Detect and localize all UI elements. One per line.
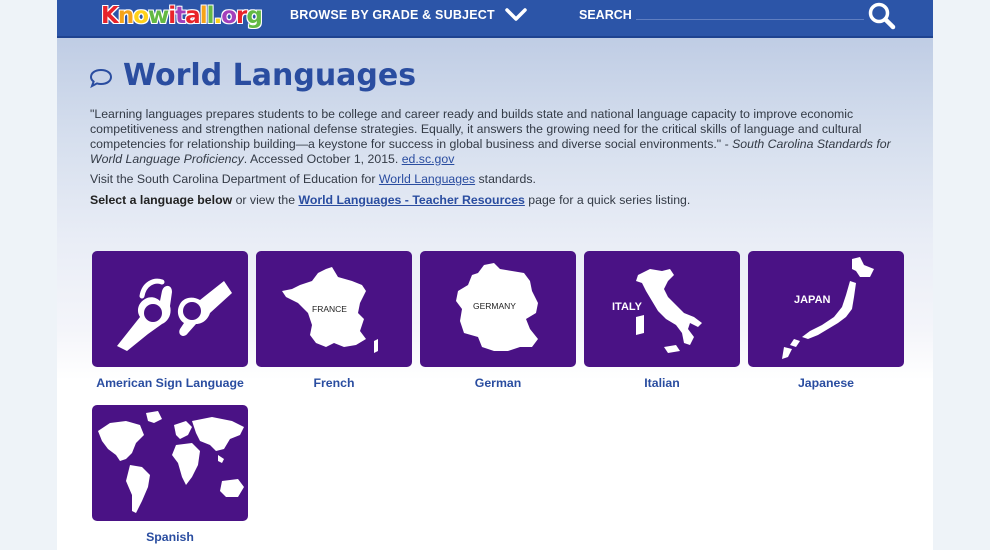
- chevron-down-icon: [505, 8, 527, 21]
- browse-menu-button[interactable]: BROWSE BY GRADE & SUBJECT: [290, 0, 527, 30]
- language-name: Japanese: [797, 376, 855, 390]
- language-image: GERMANY: [420, 251, 576, 367]
- italy-map-icon: ITALY: [612, 269, 702, 353]
- search-icon[interactable]: [867, 1, 897, 31]
- teacher-resources-link[interactable]: World Languages - Teacher Resources: [298, 193, 524, 207]
- germany-map-icon: GERMANY: [456, 263, 538, 351]
- intro-text: "Learning languages prepares students to…: [90, 107, 910, 208]
- language-tile-french[interactable]: FRANCE French: [256, 251, 412, 390]
- japan-map-icon: JAPAN: [782, 257, 874, 359]
- logo-letter: g: [246, 3, 263, 29]
- browse-label: BROWSE BY GRADE & SUBJECT: [290, 8, 495, 22]
- site-logo[interactable]: Knowitall.org: [101, 0, 263, 34]
- logo-letter: l: [199, 3, 208, 29]
- language-image: [92, 405, 248, 521]
- visit-suffix: standards.: [475, 172, 536, 186]
- top-navbar: Knowitall.org BROWSE BY GRADE & SUBJECT …: [57, 0, 933, 38]
- language-name: Spanish: [146, 530, 194, 544]
- select-line: Select a language below or view the Worl…: [90, 193, 910, 208]
- intro-quote: "Learning languages prepares students to…: [90, 107, 910, 167]
- map-label: FRANCE: [312, 304, 347, 314]
- france-map-icon: FRANCE: [282, 267, 378, 353]
- page-header: World Languages: [89, 58, 416, 93]
- world-map-icon: [98, 411, 244, 513]
- quote-accessed: . Accessed October 1, 2015.: [243, 152, 402, 166]
- visit-prefix: Visit the South Carolina Department of E…: [90, 172, 379, 186]
- logo-letter: o: [133, 3, 149, 29]
- language-name: French: [313, 376, 355, 390]
- map-label: JAPAN: [794, 294, 831, 306]
- hands-sign-icon: [117, 278, 232, 351]
- world-languages-standards-link[interactable]: World Languages: [379, 172, 475, 186]
- language-name: German: [474, 376, 522, 390]
- select-middle: or view the: [232, 193, 299, 207]
- language-tile-spanish[interactable]: Spanish: [92, 405, 248, 544]
- language-image: JAPAN: [748, 251, 904, 367]
- search-input[interactable]: [636, 6, 864, 20]
- language-name: American Sign Language: [96, 376, 244, 390]
- language-image: FRANCE: [256, 251, 412, 367]
- logo-letter: n: [117, 3, 134, 29]
- language-tile-japanese[interactable]: JAPAN Japanese: [748, 251, 904, 390]
- logo-letter: w: [148, 3, 169, 29]
- logo-letter: t: [175, 3, 186, 29]
- ed-sc-gov-link[interactable]: ed.sc.gov: [402, 152, 455, 166]
- language-tile-asl[interactable]: American Sign Language: [92, 251, 248, 390]
- language-image: ITALY: [584, 251, 740, 367]
- page-title: World Languages: [123, 58, 417, 93]
- select-suffix: page for a quick series listing.: [524, 193, 691, 207]
- logo-letter: K: [101, 3, 119, 29]
- select-bold: Select a language below: [90, 193, 233, 207]
- language-name: Italian: [644, 376, 680, 390]
- logo-letter: r: [236, 3, 247, 29]
- speech-bubble-icon: [89, 68, 113, 88]
- map-label: GERMANY: [473, 301, 516, 311]
- language-tile-german[interactable]: GERMANY German: [420, 251, 576, 390]
- language-tile-italian[interactable]: ITALY Italian: [584, 251, 740, 390]
- page-container: Knowitall.org BROWSE BY GRADE & SUBJECT …: [57, 0, 933, 550]
- visit-line: Visit the South Carolina Department of E…: [90, 172, 910, 187]
- logo-letter: o: [221, 3, 237, 29]
- map-label: ITALY: [612, 301, 643, 313]
- search-label: SEARCH: [579, 8, 632, 22]
- logo-letter: a: [185, 3, 201, 29]
- language-image: [92, 251, 248, 367]
